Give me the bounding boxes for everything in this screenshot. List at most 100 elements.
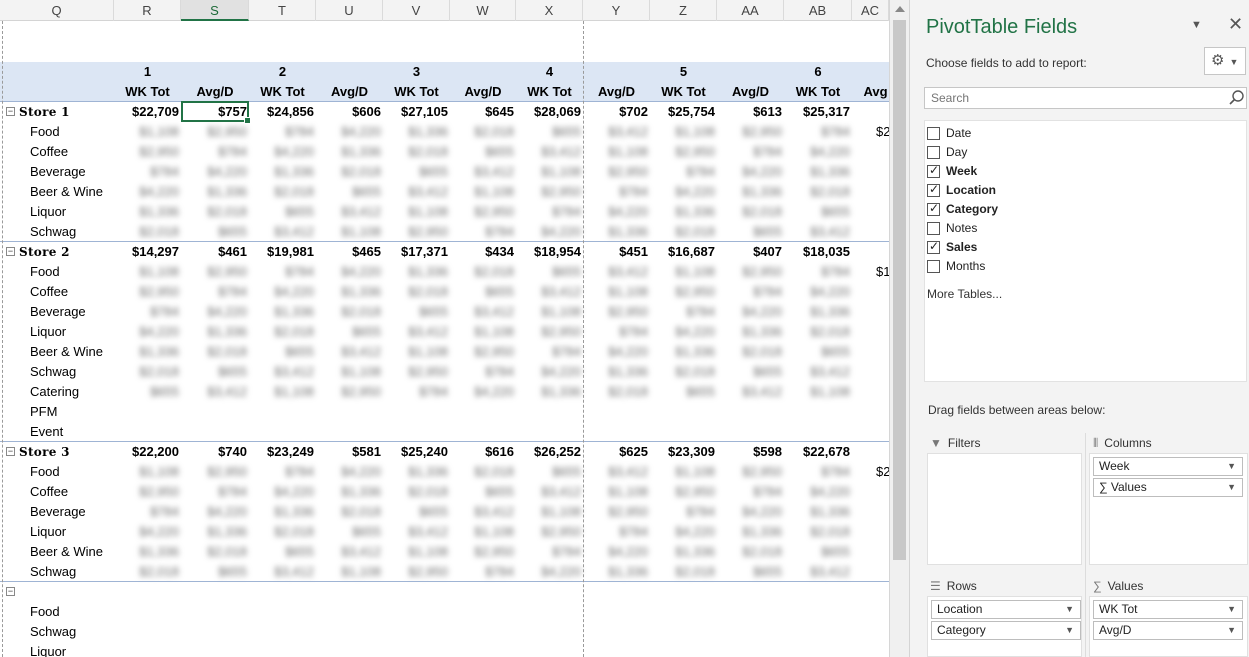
search-icon[interactable]: [1228, 89, 1246, 107]
values-chip[interactable]: WK Tot ▼: [1093, 600, 1243, 619]
column-header-t[interactable]: T: [249, 0, 316, 21]
rows-area-header: ☰ Rows: [930, 579, 977, 593]
category-label: Schwag: [30, 224, 77, 239]
redacted-value-cell: $2,018: [139, 224, 179, 239]
chevron-down-icon[interactable]: ▼: [1227, 601, 1236, 618]
redacted-value-cell: $1,108: [408, 344, 448, 359]
scroll-up-icon[interactable]: [895, 6, 905, 12]
columns-chip[interactable]: ∑ Values ▼: [1093, 478, 1243, 497]
column-header-x[interactable]: X: [516, 0, 583, 21]
field-checkbox[interactable]: [927, 260, 940, 273]
more-tables-link[interactable]: More Tables...: [927, 287, 1002, 301]
column-header-q[interactable]: Q: [0, 0, 114, 21]
column-header-y[interactable]: Y: [583, 0, 650, 21]
column-header-s[interactable]: S: [181, 0, 249, 21]
store-total-cell: $25,240: [401, 444, 448, 459]
category-label: Food: [30, 464, 60, 479]
pane-options-chevron-icon[interactable]: ▼: [1191, 19, 1202, 31]
column-header-v[interactable]: V: [383, 0, 450, 21]
field-item-months[interactable]: Months: [927, 257, 1227, 276]
store-total-cell: $16,687: [668, 244, 715, 259]
redacted-value-cell: $4,220: [274, 144, 314, 159]
collapse-icon[interactable]: −: [6, 247, 15, 256]
redacted-value-cell: $1,336: [274, 504, 314, 519]
redacted-value-cell: $784: [686, 504, 715, 519]
field-item-category[interactable]: Category: [927, 200, 1227, 219]
field-item-sales[interactable]: Sales: [927, 238, 1227, 257]
field-search-input[interactable]: [924, 87, 1247, 109]
field-checkbox[interactable]: [927, 201, 940, 216]
column-header-ab[interactable]: AB: [784, 0, 852, 21]
rows-chip[interactable]: Category ▼: [931, 621, 1081, 640]
column-header-aa[interactable]: AA: [717, 0, 784, 21]
rows-chip[interactable]: Location ▼: [931, 600, 1081, 619]
collapse-icon[interactable]: −: [6, 587, 15, 596]
collapse-icon[interactable]: −: [6, 107, 15, 116]
selected-cell[interactable]: [181, 101, 251, 124]
field-checkbox[interactable]: [927, 146, 940, 159]
field-item-date[interactable]: Date: [927, 124, 1227, 143]
settings-button[interactable]: ⚙ ▼: [1204, 47, 1246, 75]
columns-chip[interactable]: Week ▼: [1093, 457, 1243, 476]
redacted-value-cell: $655: [753, 564, 782, 579]
filters-area[interactable]: [927, 453, 1082, 565]
redacted-value-cell: $2,950: [408, 224, 448, 239]
field-checkbox[interactable]: [927, 222, 940, 235]
field-checkbox[interactable]: [927, 239, 940, 254]
redacted-value-cell: $784: [619, 524, 648, 539]
store-total-cell: $18,035: [803, 244, 850, 259]
columns-area[interactable]: Week ▼ ∑ Values ▼: [1089, 453, 1248, 565]
redacted-value-cell: $4,220: [675, 184, 715, 199]
category-label: Schwag: [30, 624, 77, 639]
chevron-down-icon[interactable]: ▼: [1065, 622, 1074, 639]
store-label: Store 1: [19, 105, 70, 119]
redacted-value-cell: $2,018: [742, 344, 782, 359]
column-header-w[interactable]: W: [450, 0, 516, 21]
redacted-value-cell: $1,336: [742, 524, 782, 539]
redacted-value-cell: $3,412: [274, 364, 314, 379]
redacted-value-cell: $1,108: [139, 124, 179, 139]
field-checkbox[interactable]: [927, 182, 940, 197]
column-header-r[interactable]: R: [114, 0, 181, 21]
redacted-value-cell: $2,018: [274, 184, 314, 199]
redacted-value-cell: $784: [552, 544, 581, 559]
store-total-cell: $407: [753, 244, 782, 259]
page-break-line: [583, 21, 584, 657]
field-checkbox[interactable]: [927, 163, 940, 178]
field-item-week[interactable]: Week: [927, 162, 1227, 181]
pane-title: PivotTable Fields: [926, 16, 1078, 38]
column-header-u[interactable]: U: [316, 0, 383, 21]
redacted-value-cell: $2,018: [341, 304, 381, 319]
vertical-scrollbar[interactable]: [889, 0, 909, 657]
values-chip[interactable]: Avg/D ▼: [1093, 621, 1243, 640]
close-icon[interactable]: ✕: [1228, 14, 1243, 35]
scrollbar-thumb[interactable]: [893, 20, 906, 560]
redacted-value-cell: $1,336: [608, 224, 648, 239]
field-item-notes[interactable]: Notes: [927, 219, 1227, 238]
field-item-location[interactable]: Location: [927, 181, 1227, 200]
redacted-value-cell: $4,220: [207, 164, 247, 179]
values-area[interactable]: WK Tot ▼ Avg/D ▼: [1089, 596, 1248, 657]
category-label: Beer & Wine: [30, 344, 103, 359]
redacted-value-cell: $4,220: [810, 144, 850, 159]
spreadsheet-grid[interactable]: Q R S T U V W X Y Z AA AB AC 1 2 3 4 5 6 WK Tot Avg/D WK Tot…: [0, 0, 889, 657]
columns-chip-label: Week: [1099, 459, 1130, 473]
rows-area[interactable]: Location ▼ Category ▼: [927, 596, 1082, 657]
store-total-cell: $27,105: [401, 104, 448, 119]
redacted-value-cell: $2,018: [810, 524, 850, 539]
category-label: Schwag: [30, 564, 77, 579]
measure-header: WK Tot: [125, 84, 170, 99]
field-checkbox[interactable]: [927, 127, 940, 140]
chevron-down-icon[interactable]: ▼: [1227, 479, 1236, 496]
redacted-value-cell: $4,220: [274, 284, 314, 299]
chevron-down-icon[interactable]: ▼: [1227, 458, 1236, 475]
column-header-ac[interactable]: AC: [852, 0, 889, 21]
collapse-icon[interactable]: −: [6, 447, 15, 456]
chevron-down-icon[interactable]: ▼: [1227, 622, 1236, 639]
column-header-z[interactable]: Z: [650, 0, 717, 21]
redacted-value-cell: $3,412: [408, 524, 448, 539]
redacted-value-cell: $2,018: [139, 364, 179, 379]
store-total-cell: $461: [218, 244, 247, 259]
chevron-down-icon[interactable]: ▼: [1065, 601, 1074, 618]
field-item-day[interactable]: Day: [927, 143, 1227, 162]
